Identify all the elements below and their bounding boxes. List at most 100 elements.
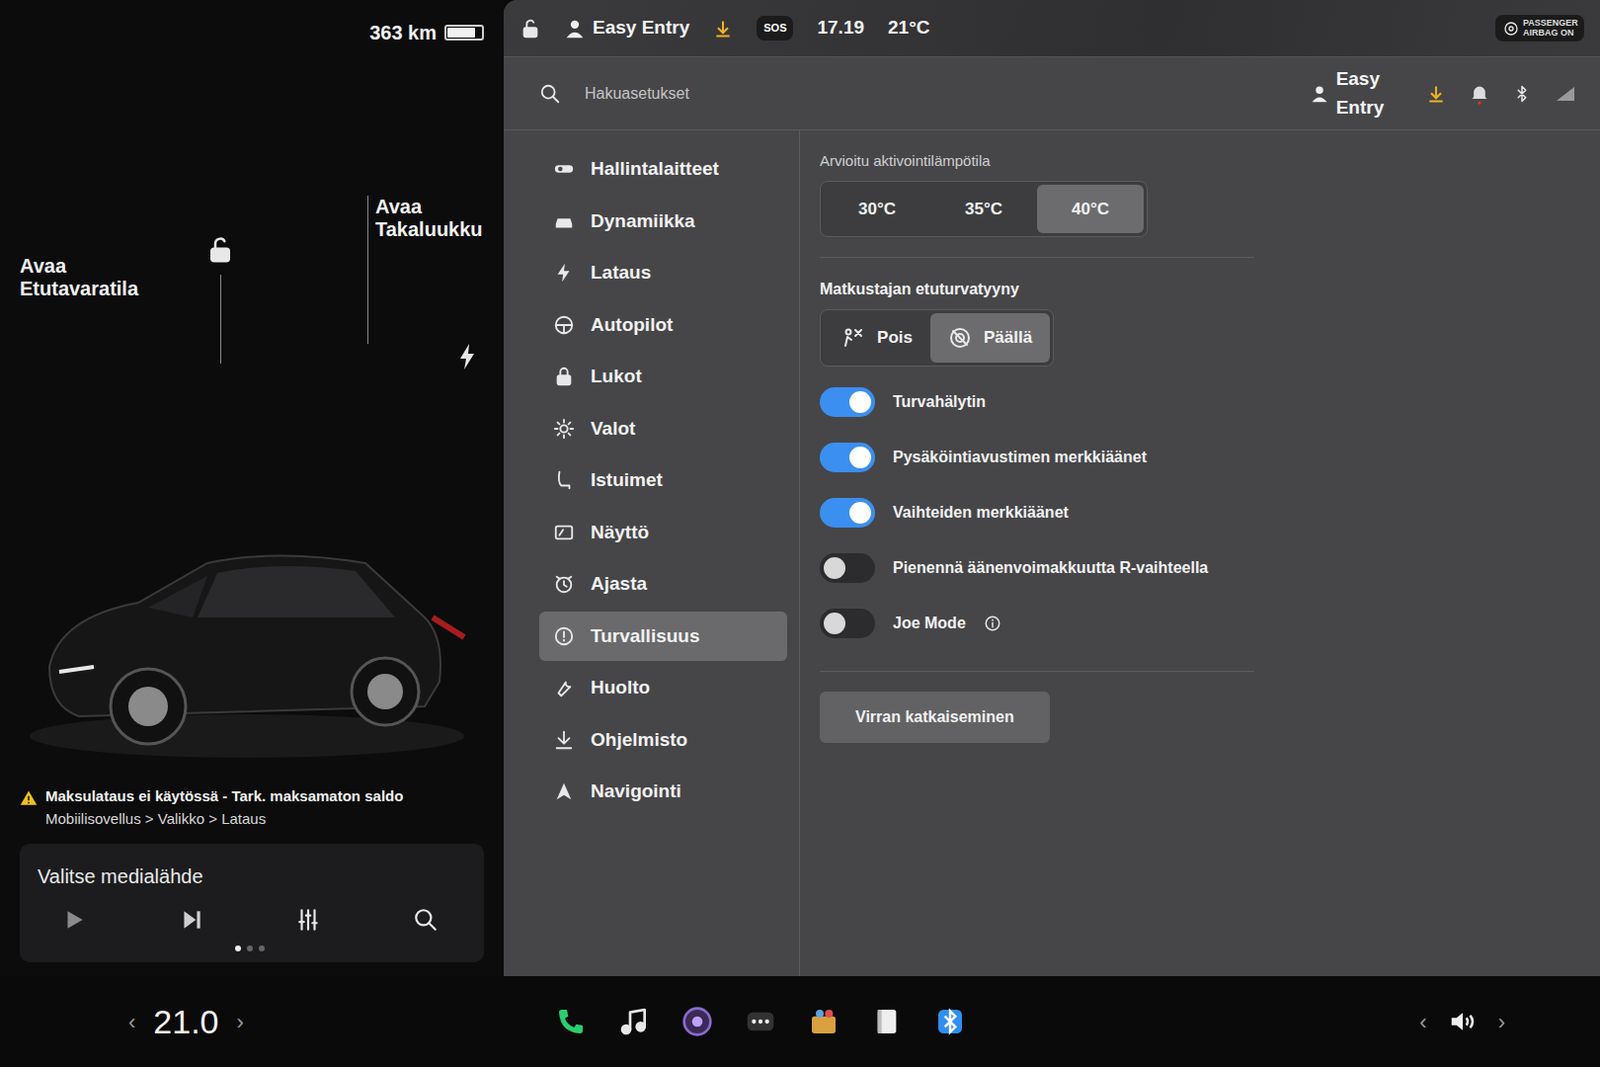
toggle-row: Vaihteiden merkkiäänet: [819, 484, 1561, 541]
airbag-icon: [1503, 20, 1520, 37]
status-bar: Easy EntrySOS17.1921°CPASSENGER AIRBAG O…: [503, 0, 1600, 58]
alert-title: Maksulataus ei käytössä - Tark. maksamat…: [45, 785, 403, 808]
outside-temp: 21°C: [887, 13, 930, 43]
equalizer-icon[interactable]: [295, 906, 325, 937]
download-icon[interactable]: [1426, 83, 1446, 104]
settings-body: Hallintalaitteet Dynamiikka Lataus Autopilo…: [503, 130, 1600, 976]
sidebar-item[interactable]: Valot: [539, 403, 788, 455]
sidebar-item-label: Turvallisuus: [590, 622, 701, 651]
airbag-option[interactable]: Päällä: [930, 313, 1050, 363]
bluetooth-app-icon[interactable]: [930, 1001, 970, 1041]
airbag-option[interactable]: Pois: [823, 313, 931, 363]
person-icon: [564, 18, 585, 39]
battery-fill: [447, 27, 476, 38]
car-illustration: [19, 469, 475, 766]
sidebar-item-icon: [553, 417, 575, 440]
temp-down-button[interactable]: ‹: [128, 1005, 136, 1039]
sidebar-item[interactable]: Ohjelmisto: [539, 715, 788, 766]
unlocked-icon[interactable]: [205, 235, 236, 265]
sidebar-item-icon: [553, 572, 575, 595]
volume-icon[interactable]: [1442, 1001, 1483, 1041]
power-off-button[interactable]: Virran katkaiseminen: [819, 691, 1050, 743]
sidebar-item[interactable]: Lataus: [539, 247, 788, 299]
sidebar-item[interactable]: Lukot: [539, 351, 788, 402]
toggle-switch[interactable]: [819, 442, 876, 473]
toggle-switch[interactable]: [819, 387, 876, 417]
bell-icon[interactable]: [1469, 82, 1490, 105]
media-source[interactable]: Valitse medialähde: [37, 861, 467, 891]
next-icon[interactable]: [178, 906, 209, 937]
activation-option[interactable]: 40°C: [1037, 184, 1144, 235]
sidebar-item-label: Autopilot: [590, 311, 673, 340]
volume-down-button[interactable]: ‹: [1419, 1005, 1427, 1039]
signal-icon: [1554, 84, 1577, 103]
car-view: Avaa EtutavaratilaAvaa Takaluukku: [19, 47, 484, 786]
toggle-switch[interactable]: [819, 553, 876, 583]
sidebar-item-icon: [553, 210, 575, 233]
airbag-selector: Pois Päällä: [819, 309, 1054, 367]
play-icon[interactable]: [61, 906, 91, 937]
divider: [819, 670, 1255, 672]
settings-sidebar: Hallintalaitteet Dynamiikka Lataus Autopilo…: [503, 130, 800, 976]
phone-icon[interactable]: [551, 1001, 591, 1041]
toggle-label: Joe Mode: [892, 611, 966, 636]
sidebar-item[interactable]: Istuimet: [539, 455, 788, 506]
sidebar-item[interactable]: Näyttö: [539, 507, 788, 559]
sidebar-item[interactable]: Hallintalaitteet: [539, 144, 788, 195]
range-row: 363 km: [19, 17, 484, 48]
climate-control: ‹ 21.0 ›: [0, 996, 504, 1047]
toybox-icon[interactable]: [803, 1001, 844, 1041]
charging-alert: Maksulataus ei käytössä - Tark. maksamat…: [19, 785, 484, 830]
header-profile[interactable]: Easy Entry: [1310, 65, 1395, 122]
sidebar-item-icon: [553, 521, 575, 544]
sidebar-item[interactable]: Dynamiikka: [539, 196, 788, 247]
profile-button[interactable]: Easy Entry: [564, 13, 690, 43]
sidebar-item-label: Lataus: [590, 258, 651, 288]
volume-up-button[interactable]: ›: [1498, 1005, 1506, 1039]
sidebar-item-label: Navigointi: [590, 777, 682, 806]
sidebar-item[interactable]: Turvallisuus: [539, 611, 788, 662]
frunk-button[interactable]: Avaa Etutavaratila: [19, 254, 168, 301]
airbag-option-label: Päällä: [983, 324, 1033, 351]
volume-control: ‹›: [1419, 1001, 1553, 1041]
download-icon[interactable]: [713, 18, 733, 39]
toggle-knob: [849, 446, 872, 469]
search-icon[interactable]: [412, 906, 443, 937]
sidebar-item-label: Hallintalaitteet: [590, 155, 720, 184]
music-icon[interactable]: [614, 1001, 654, 1041]
toggle-row: Pienennä äänenvoimakkuutta R-vaihteella: [819, 540, 1561, 596]
sidebar-item-label: Ajasta: [590, 569, 647, 599]
info-icon[interactable]: [983, 614, 1002, 633]
toggle-label: Pysäköintiavustimen merkkiäänet: [892, 445, 1147, 470]
toggle-knob: [823, 612, 846, 635]
cabin-temp[interactable]: 21.0: [153, 996, 219, 1047]
bluetooth-icon[interactable]: [1513, 83, 1531, 104]
trunk-button[interactable]: Avaa Takaluukku: [375, 195, 494, 241]
more-icon[interactable]: [740, 1001, 781, 1041]
settings-search[interactable]: [576, 78, 1295, 110]
sidebar-item-icon: [553, 625, 575, 647]
activation-option[interactable]: 35°C: [930, 184, 1038, 235]
toggle-switch[interactable]: [819, 608, 876, 639]
charging-icon: [458, 343, 477, 370]
divider: [819, 256, 1255, 258]
manual-icon[interactable]: [867, 1001, 907, 1041]
bottom-dock: ‹21.0›‹›: [0, 975, 1600, 1067]
sos-button[interactable]: SOS: [756, 15, 794, 41]
activation-option[interactable]: 30°C: [823, 184, 931, 235]
sidebar-item[interactable]: Navigointi: [539, 766, 788, 817]
temp-up-button[interactable]: ›: [237, 1005, 244, 1039]
sidebar-item-icon: [553, 469, 575, 491]
sidebar-item-label: Huolto: [590, 673, 650, 703]
sidebar-item[interactable]: Ajasta: [539, 559, 788, 610]
toggle-knob: [849, 391, 872, 413]
range-text: 363 km: [369, 17, 437, 48]
sidebar-item-icon: [553, 314, 575, 336]
toggle-switch[interactable]: [819, 497, 876, 528]
sidebar-item[interactable]: Autopilot: [539, 300, 788, 351]
sidebar-item[interactable]: Huolto: [539, 662, 788, 714]
lock-icon[interactable]: [519, 17, 542, 40]
sidebar-item-label: Istuimet: [590, 466, 663, 495]
camera-icon[interactable]: [677, 1001, 718, 1041]
toggle-knob: [849, 501, 872, 524]
